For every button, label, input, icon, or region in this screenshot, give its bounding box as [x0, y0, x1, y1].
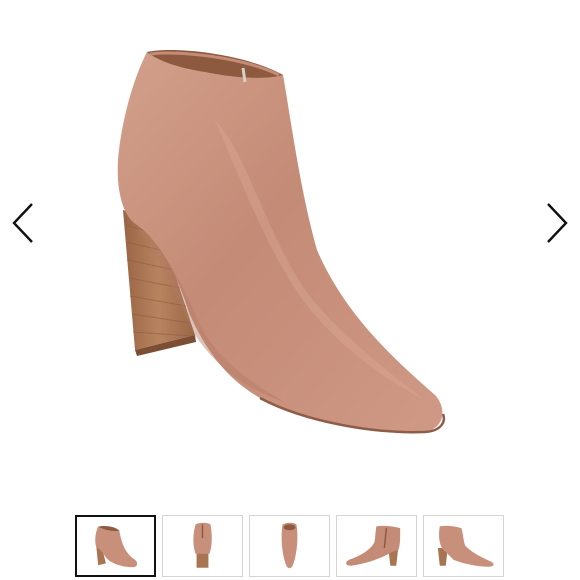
thumbnail-image — [346, 525, 401, 566]
thumbnail-back[interactable] — [162, 515, 243, 577]
product-image — [117, 50, 445, 434]
product-image-gallery — [0, 0, 580, 500]
zipper-pull — [241, 67, 247, 83]
chevron-right-icon — [547, 203, 568, 243]
thumbnail-side[interactable] — [423, 515, 504, 577]
chevron-left-icon — [12, 203, 33, 243]
thumbnail-image — [437, 525, 494, 567]
boot-upper — [117, 51, 443, 433]
thumbnail-image — [95, 525, 138, 568]
thumbnail-strip — [75, 515, 507, 579]
previous-image-button[interactable] — [4, 196, 44, 250]
next-image-button[interactable] — [536, 196, 576, 250]
thumbnail-three-quarter[interactable] — [75, 515, 156, 577]
thumbnail-side-zipper[interactable] — [336, 515, 417, 577]
thumbnail-image — [281, 522, 298, 569]
thumbnail-image — [193, 522, 212, 568]
thumbnail-top[interactable] — [249, 515, 330, 577]
